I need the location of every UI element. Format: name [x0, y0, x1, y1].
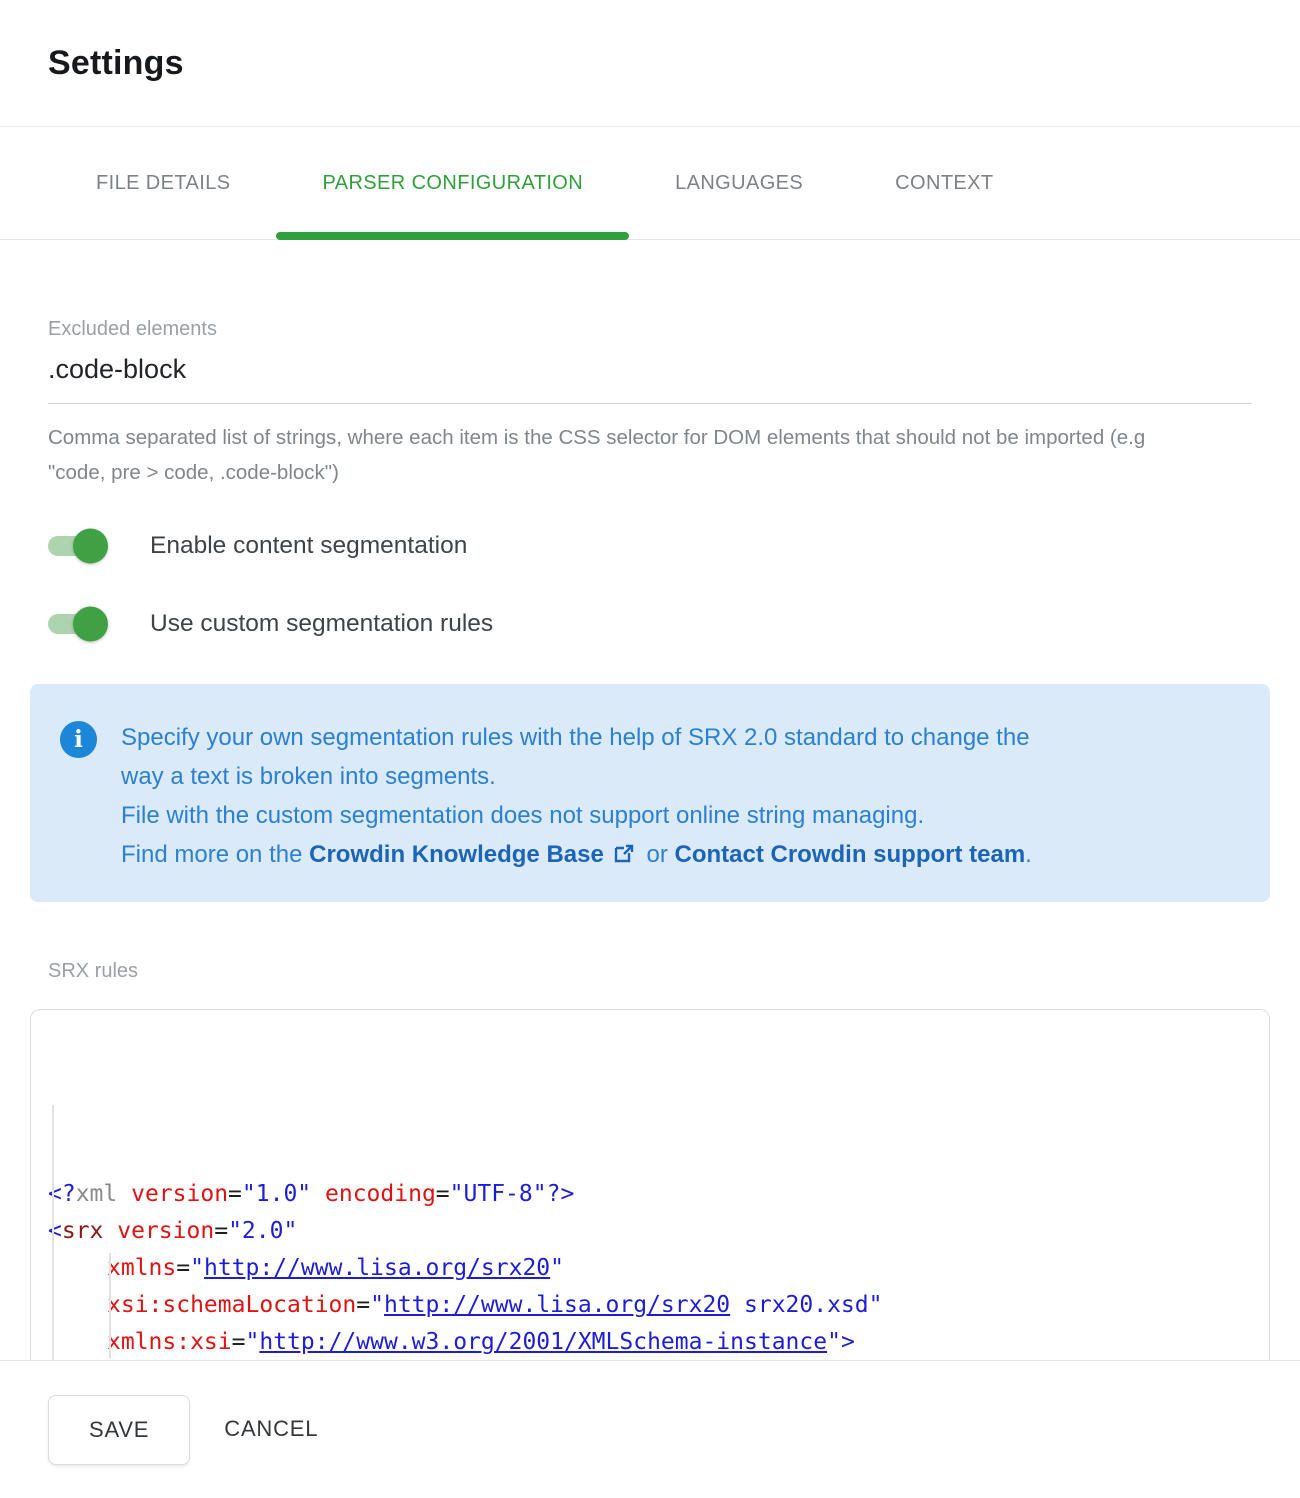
info-line: way a text is broken into segments. [121, 757, 1032, 796]
code-token: = [436, 1181, 450, 1207]
settings-content: Excluded elements .code-block Comma sepa… [0, 240, 1300, 1360]
code-token: = [356, 1292, 370, 1318]
excluded-elements-label: Excluded elements [48, 318, 1252, 341]
contact-support-link[interactable]: Contact Crowdin support team [675, 841, 1026, 868]
code-line: <?xml version="1.0" encoding="UTF-8"?> [48, 1176, 1249, 1213]
tab-bar: FILE DETAILS PARSER CONFIGURATION LANGUAGE… [0, 127, 1300, 240]
cancel-button[interactable]: CANCEL [224, 1395, 318, 1463]
code-token [311, 1181, 325, 1207]
excluded-elements-input[interactable]: .code-block [48, 354, 1252, 385]
tab-label: PARSER CONFIGURATION [322, 172, 583, 195]
tab-label: LANGUAGES [675, 172, 803, 195]
code-token: "1.0" [242, 1181, 311, 1207]
switch-thumb [73, 607, 108, 642]
external-link-icon [612, 843, 634, 865]
code-token: = [176, 1255, 190, 1281]
code-line: <srx version="2.0" [48, 1213, 1249, 1250]
toggle-label: Enable content segmentation [150, 532, 467, 560]
tab-file-details[interactable]: FILE DETAILS [50, 127, 276, 239]
code-token: "2.0" [228, 1218, 297, 1244]
excluded-elements-help: Comma separated list of strings, where e… [48, 420, 1208, 490]
switch-thumb [73, 529, 108, 564]
knowledge-base-link[interactable]: Crowdin Knowledge Base [309, 841, 604, 868]
code-token: "UTF-8" [450, 1181, 547, 1207]
info-find-more-line: Find more on the Crowdin Knowledge Base … [121, 835, 1032, 874]
code-token: srx20.xsd" [730, 1292, 882, 1318]
srx-rules-label: SRX rules [48, 960, 1252, 983]
code-token: ?> [547, 1181, 575, 1207]
active-tab-indicator [276, 232, 629, 240]
info-find-more-middle: or [640, 841, 675, 868]
dialog-header: Settings [0, 0, 1300, 127]
segmentation-toggles: Enable content segmentation Use custom se… [48, 524, 1252, 646]
toggle-switch[interactable] [48, 536, 100, 556]
info-find-more-prefix: Find more on the [121, 841, 309, 868]
page-title: Settings [48, 44, 184, 83]
input-underline [48, 385, 1252, 404]
toggle-row-enable-content-segmentation[interactable]: Enable content segmentation [48, 524, 1252, 568]
tab-label: FILE DETAILS [96, 172, 230, 195]
code-token: " [827, 1329, 841, 1355]
tab-context[interactable]: CONTEXT [849, 127, 1039, 239]
code-token: xmlns:xsi [107, 1329, 232, 1355]
info-line: File with the custom segmentation does n… [121, 796, 1032, 835]
srx-rules-editor[interactable]: <?xml version="1.0" encoding="UTF-8"?><s… [30, 1009, 1270, 1360]
code-token [117, 1181, 131, 1207]
dialog-footer: SAVE CANCEL [0, 1360, 1300, 1498]
code-token: version [117, 1218, 214, 1244]
code-token [103, 1218, 117, 1244]
code-token: " [370, 1292, 384, 1318]
code-token: xmlns [107, 1255, 176, 1281]
code-token: " [190, 1255, 204, 1281]
info-banner: i Specify your own segmentation rules wi… [30, 684, 1270, 902]
info-find-more-suffix: . [1025, 841, 1032, 868]
toggle-switch[interactable] [48, 614, 100, 634]
code-line: xsi:schemaLocation="http://www.lisa.org/… [48, 1287, 1249, 1324]
toggle-label: Use custom segmentation rules [150, 610, 493, 638]
code-token: xsi:schemaLocation [107, 1292, 356, 1318]
code-token: < [48, 1218, 62, 1244]
tab-languages[interactable]: LANGUAGES [629, 127, 849, 239]
code-token: = [232, 1329, 246, 1355]
code-line: xmlns:xsi="http://www.w3.org/2001/XMLSch… [48, 1324, 1249, 1360]
excluded-elements-field: Excluded elements .code-block [48, 318, 1252, 404]
info-icon: i [60, 721, 97, 758]
tab-label: CONTEXT [895, 172, 993, 195]
code-token: http://www.lisa.org/srx20 [384, 1292, 730, 1318]
code-token: http://www.w3.org/2001/XMLSchema-instanc… [259, 1329, 827, 1355]
code-token: = [228, 1181, 242, 1207]
code-token: encoding [325, 1181, 436, 1207]
save-button[interactable]: SAVE [48, 1395, 190, 1465]
toggle-row-use-custom-segmentation-rules[interactable]: Use custom segmentation rules [48, 602, 1252, 646]
code-token: xml [76, 1181, 118, 1207]
code-token: > [841, 1329, 855, 1355]
tab-parser-configuration[interactable]: PARSER CONFIGURATION [276, 127, 629, 239]
info-line: Specify your own segmentation rules with… [121, 718, 1032, 757]
code-token: http://www.lisa.org/srx20 [204, 1255, 550, 1281]
code-token: srx [62, 1218, 104, 1244]
code-token: " [245, 1329, 259, 1355]
code-token: = [214, 1218, 228, 1244]
code-token: " [550, 1255, 564, 1281]
indent-guide [109, 1253, 111, 1358]
code-token: version [131, 1181, 228, 1207]
info-banner-text: Specify your own segmentation rules with… [121, 718, 1032, 874]
indent-guide [52, 1105, 54, 1360]
code-line: xmlns="http://www.lisa.org/srx20" [48, 1250, 1249, 1287]
